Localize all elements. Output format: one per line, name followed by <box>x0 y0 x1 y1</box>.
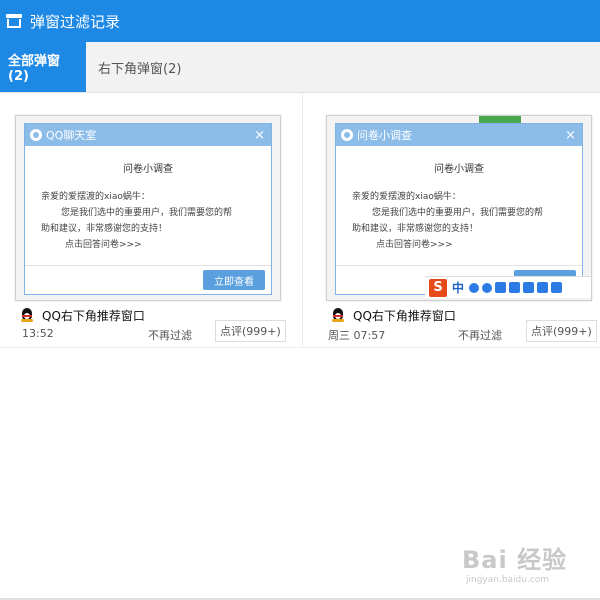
record-name: QQ右下角推荐窗口 <box>42 309 145 323</box>
record-title: QQ右下角推荐窗口 <box>20 307 145 324</box>
popup-heading: 问卷小调查 <box>434 164 484 175</box>
record-time: 周三 07:57 <box>328 329 386 342</box>
close-icon: × <box>254 127 265 143</box>
record-card: QQ聊天室 × 问卷小调查 亲爱的爱摆渡的xiao蜗牛： 您是我们选中的重要用户… <box>0 93 300 347</box>
row-divider <box>0 347 600 348</box>
stop-filtering-link[interactable]: 不再过滤 <box>148 327 192 343</box>
popup-line: 您是我们选中的重要用户，我们需要您的帮 <box>372 208 544 218</box>
record-card: 问卷小调查 × 问卷小调查 亲爱的爱摆渡的xiao蜗牛： 您是我们选中的重要用户… <box>302 93 600 347</box>
microphone-icon <box>495 282 507 293</box>
popup-heading: 问卷小调查 <box>123 164 173 175</box>
popup-link: 点击回答问卷>>> <box>65 240 142 250</box>
popup-line: 助和建议，非常感谢您的支持！ <box>352 224 479 234</box>
popup-preview: 问卷小调查 × 问卷小调查 亲爱的爱摆渡的xiao蜗牛： 您是我们选中的重要用户… <box>335 123 583 295</box>
sogou-ime-icon: S <box>429 278 447 297</box>
stop-filtering-link[interactable]: 不再过滤 <box>458 327 502 343</box>
popup-greeting: 亲爱的爱摆渡的xiao蜗牛： <box>41 192 150 202</box>
popup-body: 亲爱的爱摆渡的xiao蜗牛： 您是我们选中的重要用户，我们需要您的帮 助和建议，… <box>41 189 255 253</box>
qq-penguin-icon <box>331 308 345 323</box>
review-button[interactable]: 点评(999+) <box>215 320 286 342</box>
popup-thumbnail[interactable]: QQ聊天室 × 问卷小调查 亲爱的爱摆渡的xiao蜗牛： 您是我们选中的重要用户… <box>15 115 281 301</box>
record-title: QQ右下角推荐窗口 <box>331 307 456 324</box>
popup-line: 助和建议，非常感谢您的支持！ <box>41 224 168 234</box>
keyboard-icon <box>509 282 521 293</box>
title-bar: 弹窗过滤记录 <box>0 0 600 42</box>
shirt-icon <box>537 282 549 293</box>
grid-icon <box>551 282 563 293</box>
baidu-jingyan-watermark: Bai 经验 jingyan.baidu.com <box>462 540 567 585</box>
popup-header: QQ聊天室 × <box>25 124 271 146</box>
watermark-brand: Bai 经验 <box>462 546 568 574</box>
popup-preview: QQ聊天室 × 问卷小调查 亲爱的爱摆渡的xiao蜗牛： 您是我们选中的重要用户… <box>24 123 272 295</box>
popup-title: 问卷小调查 <box>357 129 412 142</box>
window-title: 弹窗过滤记录 <box>30 12 121 31</box>
popup-link: 点击回答问卷>>> <box>376 240 453 250</box>
qq-penguin-icon <box>20 308 34 323</box>
record-time: 13:52 <box>22 327 54 340</box>
moon-icon <box>469 282 480 293</box>
record-name: QQ右下角推荐窗口 <box>353 309 456 323</box>
popup-header: 问卷小调查 × <box>336 124 582 146</box>
ime-mode-label: 中 <box>452 281 465 295</box>
popup-footer: 立即查看 <box>25 265 271 294</box>
view-now-button: 立即查看 <box>203 270 265 290</box>
punctuation-icon <box>482 282 493 293</box>
background-widget <box>479 116 521 123</box>
popup-thumbnail[interactable]: 问卷小调查 × 问卷小调查 亲爱的爱摆渡的xiao蜗牛： 您是我们选中的重要用户… <box>326 115 592 301</box>
tab-all-popups[interactable]: 全部弹窗(2) <box>0 42 86 92</box>
archive-icon <box>6 14 22 28</box>
watermark-url: jingyan.baidu.com <box>466 575 550 585</box>
close-icon: × <box>565 127 576 143</box>
review-button[interactable]: 点评(999+) <box>526 320 597 342</box>
user-icon <box>523 282 535 293</box>
popup-greeting: 亲爱的爱摆渡的xiao蜗牛： <box>352 192 461 202</box>
qq-icon <box>30 129 42 141</box>
qq-icon <box>341 129 353 141</box>
popup-line: 您是我们选中的重要用户，我们需要您的帮 <box>61 208 233 218</box>
popup-body: 亲爱的爱摆渡的xiao蜗牛： 您是我们选中的重要用户，我们需要您的帮 助和建议，… <box>352 189 566 253</box>
tab-bottom-right-popups[interactable]: 右下角弹窗(2) <box>86 42 193 92</box>
popup-title: QQ聊天室 <box>46 129 97 142</box>
ime-toolbar: S 中 <box>425 276 591 298</box>
tab-bar: 全部弹窗(2) 右下角弹窗(2) <box>0 42 600 93</box>
